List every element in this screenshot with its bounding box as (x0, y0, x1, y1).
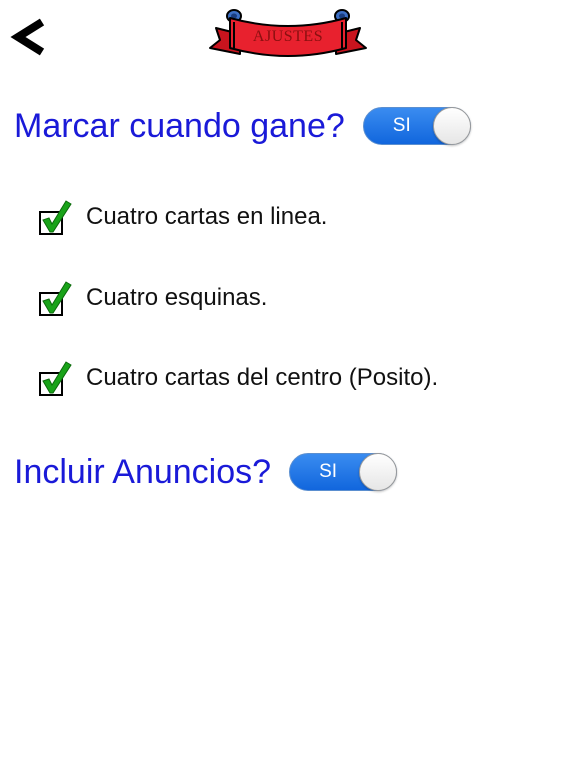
mark-win-label: Marcar cuando gane? (14, 107, 345, 145)
option-four-corners[interactable]: Cuatro esquinas. (38, 280, 267, 316)
option-four-in-line[interactable]: Cuatro cartas en linea. (38, 199, 327, 235)
four-in-line-label: Cuatro cartas en linea. (86, 203, 328, 230)
chevron-left-icon (10, 18, 45, 56)
checkmark-icon (39, 361, 72, 396)
checkmark-icon (39, 200, 72, 235)
checkmark-icon (39, 281, 72, 316)
center-cards-label: Cuatro cartas del centro (Posito). (86, 364, 439, 391)
option-center-cards[interactable]: Cuatro cartas del centro (Posito). (38, 360, 438, 396)
center-cards-checkbox[interactable] (38, 360, 72, 396)
toggle-knob (359, 453, 398, 491)
mark-win-toggle-text: SI (392, 115, 411, 136)
ads-toggle[interactable]: SI (289, 453, 398, 491)
mark-win-row: Marcar cuando gane? SI (14, 106, 471, 146)
back-button[interactable] (8, 14, 54, 60)
ads-toggle-text: SI (319, 461, 338, 482)
page-title: AJUSTES (252, 28, 324, 45)
title-banner: AJUSTES (206, 4, 370, 62)
toggle-knob (432, 107, 471, 145)
four-corners-checkbox[interactable] (38, 280, 72, 316)
four-in-line-checkbox[interactable] (38, 199, 72, 235)
ads-label: Incluir Anuncios? (14, 453, 272, 491)
mark-win-toggle[interactable]: SI (362, 107, 471, 145)
ads-row: Incluir Anuncios? SI (14, 452, 398, 492)
four-corners-label: Cuatro esquinas. (86, 284, 268, 311)
